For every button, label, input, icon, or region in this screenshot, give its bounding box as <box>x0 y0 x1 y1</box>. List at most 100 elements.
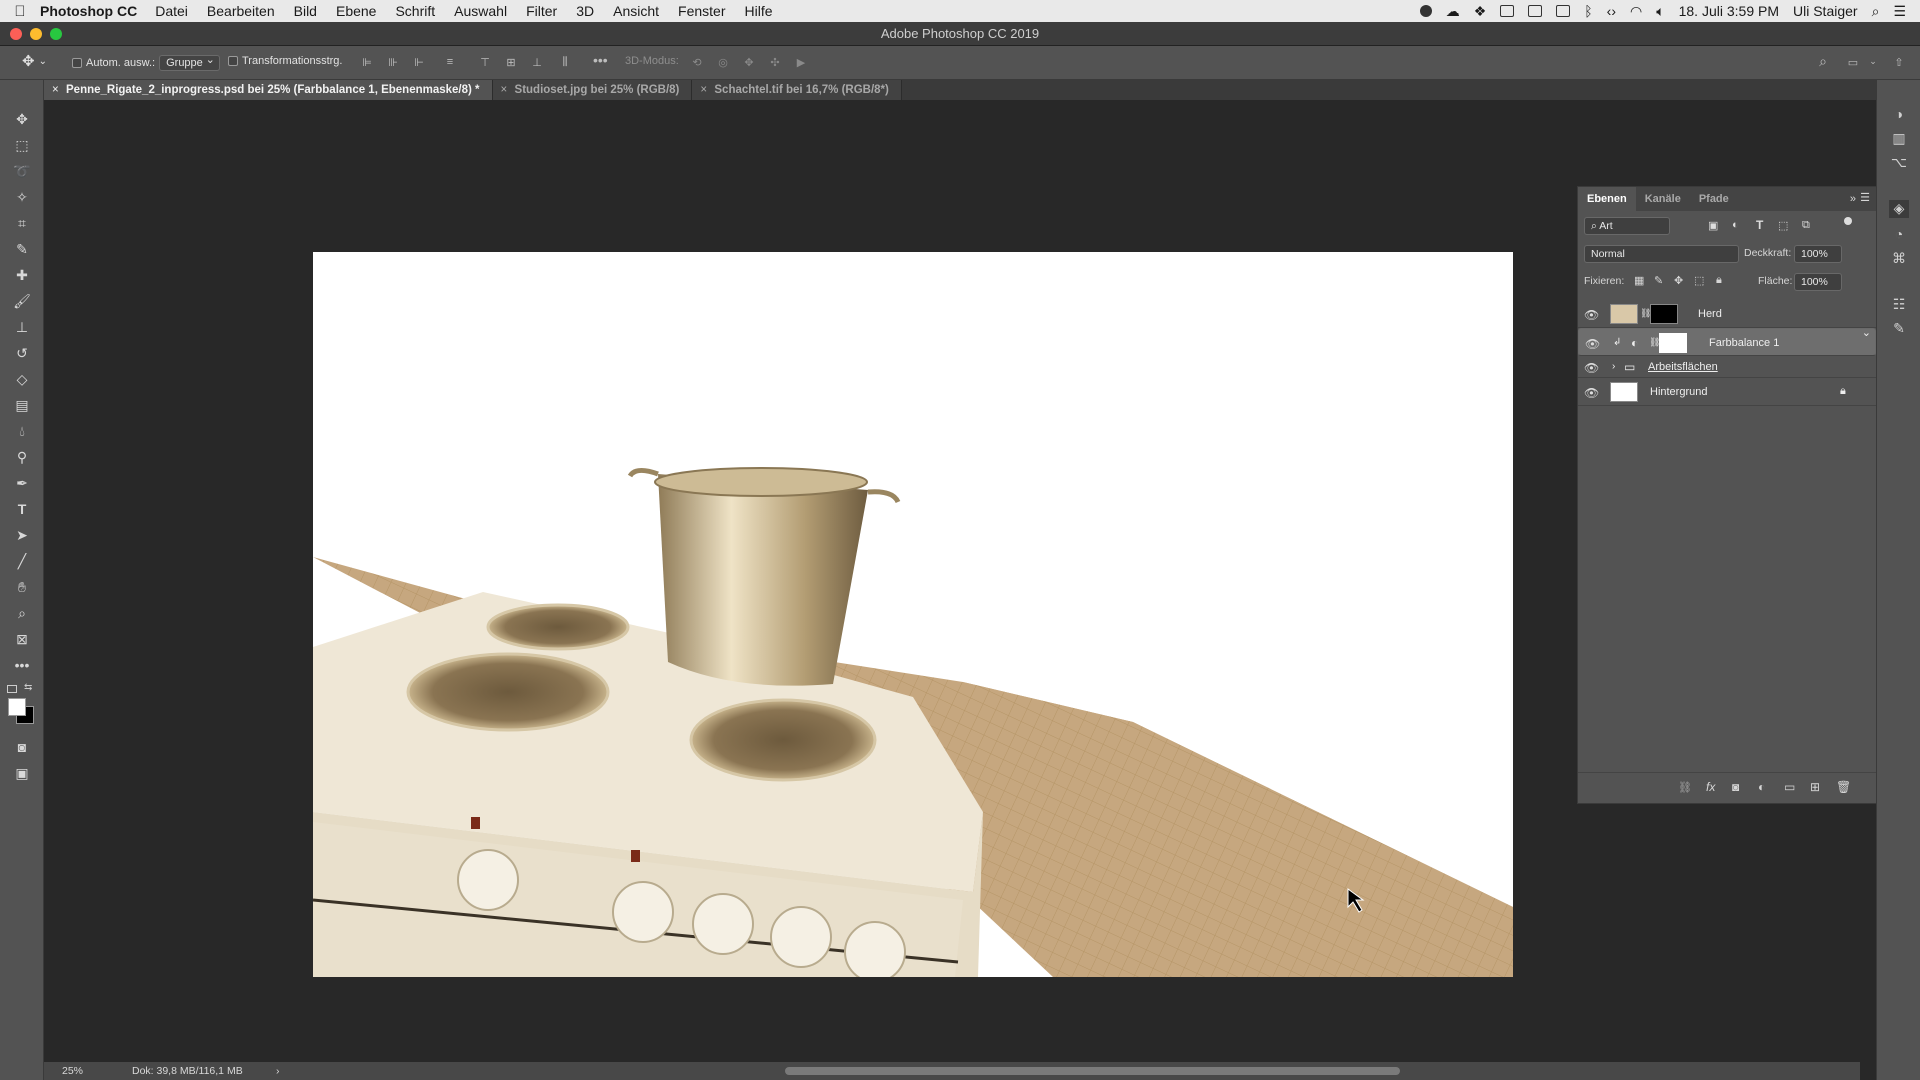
brush-tool-icon[interactable]: 🖌︎ <box>11 290 33 312</box>
share-icon[interactable]: ⇧ <box>1892 56 1906 69</box>
pen-tool-icon[interactable]: ✒ <box>11 472 33 494</box>
crop-tool-icon[interactable]: ⌗ <box>11 212 33 234</box>
blur-tool-icon[interactable]: 💧︎ <box>11 420 33 442</box>
history-panel-icon[interactable]: ⌥ <box>1889 154 1909 172</box>
menu-auswahl[interactable]: Auswahl <box>454 3 507 19</box>
layer-row-herd[interactable]: 👁︎ ⛓ Herd <box>1578 300 1876 328</box>
layer-row-arbeitsflaechen[interactable]: 👁︎ › ▭ Arbeitsflächen <box>1578 356 1876 378</box>
workspace-dropdown-icon[interactable]: ⌄ <box>1866 56 1880 68</box>
line-tool-icon[interactable]: ╱ <box>11 550 33 572</box>
zoom-window-button[interactable] <box>50 28 62 40</box>
align-left-icon[interactable]: ⊫ <box>360 56 374 69</box>
more-options-icon[interactable]: ••• <box>593 52 608 68</box>
move-tool-preset-icon[interactable]: ✥ ⌄ <box>22 52 47 70</box>
align-bottom-icon[interactable]: ⊥ <box>530 56 544 69</box>
filter-type-icon[interactable]: T <box>1756 218 1763 232</box>
minimize-window-button[interactable] <box>30 28 42 40</box>
volume-icon[interactable]: 🔈︎ <box>1656 3 1664 20</box>
new-adjustment-icon[interactable]: ◐ <box>1758 780 1765 794</box>
lock-all-icon[interactable]: 🔒︎ <box>1716 274 1722 287</box>
add-style-icon[interactable]: fx <box>1706 780 1715 794</box>
menu-ansicht[interactable]: Ansicht <box>613 3 659 19</box>
distribute-icon[interactable]: ≡ <box>443 56 457 68</box>
screen-mode-icon[interactable]: ▣ <box>11 762 33 784</box>
type-tool-icon[interactable]: T <box>11 498 33 520</box>
menu-hilfe[interactable]: Hilfe <box>745 3 773 19</box>
delete-layer-icon[interactable]: 🗑︎ <box>1836 780 1851 794</box>
lock-artboard-icon[interactable]: ⬚ <box>1694 274 1704 287</box>
align-hcenter-icon[interactable]: ⊪ <box>386 56 400 69</box>
document-tab[interactable]: × Studioset.jpg bei 25% (RGB/8) <box>492 80 693 100</box>
apple-menu-icon[interactable]:  <box>0 3 40 20</box>
menu-filter[interactable]: Filter <box>526 3 557 19</box>
display-icon[interactable] <box>1528 5 1543 17</box>
visibility-eye-icon[interactable]: 👁︎ <box>1585 337 1600 351</box>
align-right-icon[interactable]: ⊩ <box>412 56 426 69</box>
paths-panel-icon[interactable]: ⌘ <box>1889 250 1909 268</box>
airplay-icon[interactable] <box>1556 5 1571 17</box>
fill-field[interactable]: 100% <box>1794 273 1842 291</box>
transform-controls-option[interactable]: Transformationsstrg. <box>228 55 342 67</box>
bluetooth-icon[interactable]: ᛒ <box>1584 3 1592 19</box>
layer-mask-thumbnail[interactable] <box>1650 304 1678 324</box>
document-canvas[interactable] <box>313 252 1513 977</box>
document-tab[interactable]: × Schachtel.tif bei 16,7% (RGB/8*) <box>692 80 902 100</box>
new-layer-icon[interactable]: ⊞ <box>1810 780 1820 794</box>
filter-adjustment-icon[interactable]: ◐ <box>1732 219 1739 231</box>
wifi-icon[interactable]: ◠ <box>1630 3 1642 20</box>
status-menu-arrow[interactable]: › <box>276 1062 280 1080</box>
layers-panel-icon[interactable]: ◈ <box>1889 200 1909 218</box>
lock-pixels-icon[interactable]: ✎ <box>1654 274 1663 287</box>
blend-mode-dropdown[interactable]: Normal <box>1584 245 1739 263</box>
search-icon[interactable]: ⌕ <box>1816 53 1830 69</box>
marquee-tool-icon[interactable]: ⬚ <box>11 134 33 156</box>
spotlight-icon[interactable]: ⌕ <box>1872 3 1880 20</box>
close-window-button[interactable] <box>10 28 22 40</box>
swap-colors-icon[interactable]: ⇆ <box>24 682 32 693</box>
move-tool-icon[interactable]: ✥ <box>11 108 33 130</box>
menu-bearbeiten[interactable]: Bearbeiten <box>207 3 275 19</box>
eraser-tool-icon[interactable]: ◇ <box>11 368 33 390</box>
filter-shape-icon[interactable]: ⬚ <box>1778 219 1788 232</box>
horizontal-scrollbar[interactable] <box>785 1067 1400 1075</box>
opacity-field[interactable]: 100% <box>1794 245 1842 263</box>
auto-select-checkbox[interactable] <box>72 58 82 68</box>
auto-select-option[interactable]: Autom. ausw.: Gruppe <box>72 53 220 71</box>
quick-mask-icon[interactable]: ◙ <box>11 736 33 758</box>
gradient-tool-icon[interactable]: ▤ <box>11 394 33 416</box>
menu-ebene[interactable]: Ebene <box>336 3 376 19</box>
menu-datei[interactable]: Datei <box>155 3 188 19</box>
stamp-tool-icon[interactable]: ⊥ <box>11 316 33 338</box>
lasso-tool-icon[interactable]: ➰ <box>11 160 33 182</box>
menu-app-name[interactable]: Photoshop CC <box>40 3 137 19</box>
zoom-tool-icon[interactable]: ⌕ <box>11 602 33 624</box>
workspace-icon[interactable]: ▭ <box>1846 56 1860 69</box>
dodge-tool-icon[interactable]: ⚲ <box>11 446 33 468</box>
frame-tool-icon[interactable]: ⊠ <box>11 628 33 650</box>
align-top-icon[interactable]: ⊤ <box>478 56 492 69</box>
layer-row-farbbalance[interactable]: 👁︎ ↲ ◐ ⛓ Farbbalance 1 <box>1578 326 1876 356</box>
more-tools-icon[interactable]: ••• <box>11 654 33 676</box>
menu-bild[interactable]: Bild <box>294 3 317 19</box>
align-vcenter-icon[interactable]: ⊞ <box>504 56 518 69</box>
tab-ebenen[interactable]: Ebenen <box>1578 187 1636 211</box>
close-tab-icon[interactable]: × <box>52 80 59 100</box>
visibility-eye-icon[interactable]: 👁︎ <box>1584 386 1599 400</box>
properties-panel-icon[interactable]: ☷ <box>1889 296 1909 314</box>
expand-group-icon[interactable]: › <box>1612 361 1615 372</box>
panel-menu-icon[interactable]: ☰ <box>1860 191 1870 204</box>
visibility-eye-icon[interactable]: 👁︎ <box>1584 308 1599 322</box>
zoom-level[interactable]: 25% <box>62 1062 83 1080</box>
magic-wand-tool-icon[interactable]: ✧ <box>11 186 33 208</box>
dropbox-icon[interactable]: ❖ <box>1474 3 1487 20</box>
close-tab-icon[interactable]: × <box>501 80 508 100</box>
layer-row-hintergrund[interactable]: 👁︎ Hintergrund 🔒︎ <box>1578 378 1876 406</box>
transform-controls-checkbox[interactable] <box>228 56 238 66</box>
add-mask-icon[interactable]: ◙ <box>1732 780 1739 794</box>
path-selection-tool-icon[interactable]: ➤ <box>11 524 33 546</box>
history-brush-tool-icon[interactable]: ↺ <box>11 342 33 364</box>
healing-brush-tool-icon[interactable]: ✚ <box>11 264 33 286</box>
eyedropper-tool-icon[interactable]: ✎ <box>11 238 33 260</box>
menu-schrift[interactable]: Schrift <box>395 3 435 19</box>
filter-smartobject-icon[interactable]: ⧉ <box>1802 219 1810 232</box>
